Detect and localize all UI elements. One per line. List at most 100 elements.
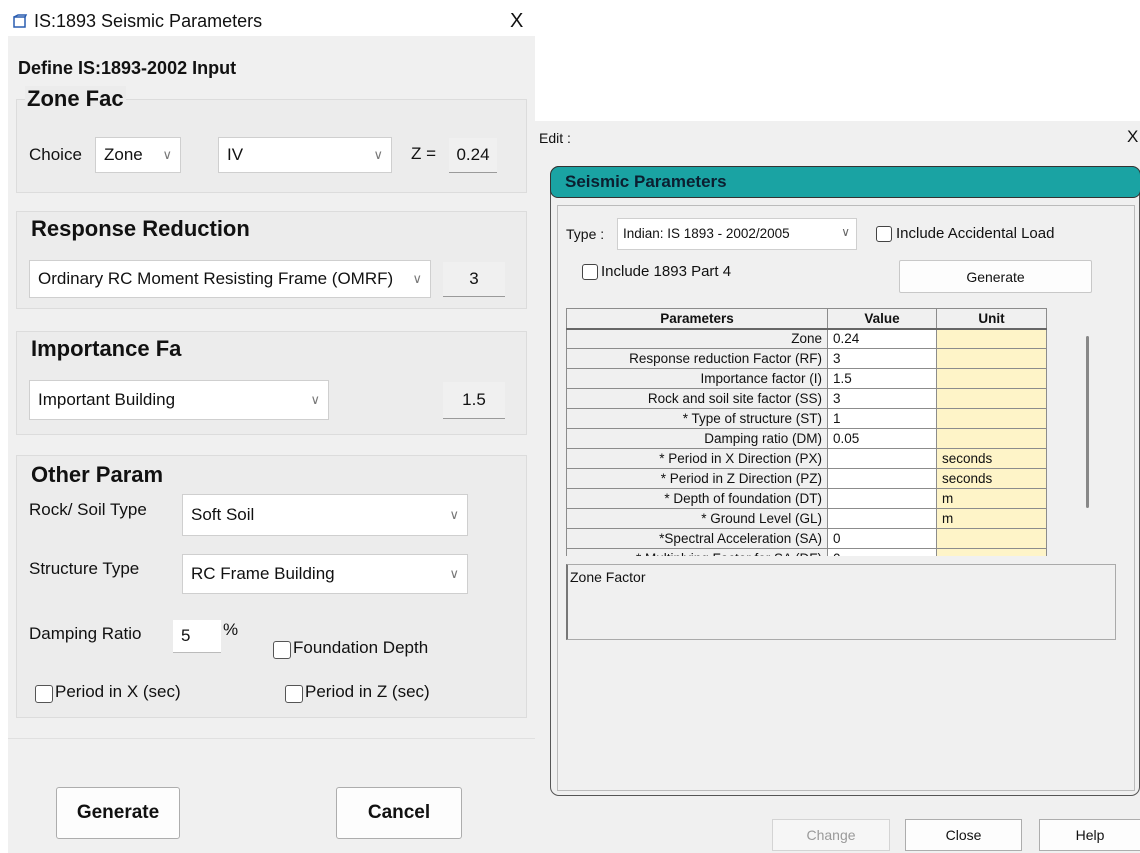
unit-cell[interactable]: m: [936, 508, 1047, 529]
accidental-load-checkbox[interactable]: [876, 226, 892, 242]
column-header: Value: [827, 308, 937, 330]
unit-cell[interactable]: [936, 408, 1047, 429]
value-cell[interactable]: 0: [827, 548, 937, 556]
close-icon[interactable]: X: [510, 10, 523, 33]
importance-factor-group: Importance Fa Important Building ∨ 1.5: [16, 331, 527, 435]
generate-button[interactable]: Generate: [56, 787, 180, 839]
z-value: 0.24: [449, 138, 497, 173]
response-reduction-group: Response Reduction Ordinary RC Moment Re…: [16, 211, 527, 309]
response-group-title: Response Reduction: [31, 216, 250, 241]
table-row[interactable]: Damping ratio (DM) 0.05: [566, 428, 1047, 449]
value-cell[interactable]: [827, 508, 937, 529]
column-header: Parameters: [566, 308, 828, 330]
unit-cell[interactable]: seconds: [936, 468, 1047, 489]
param-cell: * Multiplying Factor for SA (DF): [566, 548, 828, 556]
value-cell[interactable]: [827, 488, 937, 509]
value-cell[interactable]: 3: [827, 388, 937, 409]
table-row[interactable]: Response reduction Factor (RF) 3: [566, 348, 1047, 369]
close-icon[interactable]: X: [1127, 127, 1138, 147]
choice-label: Choice: [29, 145, 82, 164]
value-cell[interactable]: 0.24: [827, 328, 937, 349]
unit-cell[interactable]: [936, 388, 1047, 409]
importance-group-title: Importance Fa: [31, 336, 182, 361]
unit-cell[interactable]: [936, 348, 1047, 369]
top-strip: [535, 117, 1140, 121]
value-cell[interactable]: [827, 448, 937, 469]
unit-cell[interactable]: [936, 528, 1047, 549]
param-cell: * Period in X Direction (PX): [566, 448, 828, 469]
generate-button[interactable]: Generate: [899, 260, 1092, 293]
chevron-down-icon: ∨: [373, 147, 383, 162]
table-row[interactable]: Rock and soil site factor (SS) 3: [566, 388, 1047, 409]
type-label: Type :: [566, 226, 605, 242]
damping-ratio-input[interactable]: 5: [173, 620, 221, 653]
param-cell: Rock and soil site factor (SS): [566, 388, 828, 409]
value-cell[interactable]: 3: [827, 348, 937, 369]
cancel-button[interactable]: Cancel: [336, 787, 462, 839]
change-button[interactable]: Change: [772, 819, 890, 851]
help-button[interactable]: Help: [1039, 819, 1140, 851]
percent-label: %: [223, 620, 239, 639]
response-factor-value: 3: [443, 262, 505, 297]
period-x-checkbox[interactable]: [35, 685, 53, 703]
table-row[interactable]: * Multiplying Factor for SA (DF)0: [566, 548, 1047, 556]
zone-select[interactable]: IV ∨: [218, 137, 392, 173]
period-z-checkbox[interactable]: [285, 685, 303, 703]
chevron-down-icon: ∨: [310, 392, 320, 407]
zone-factor-group: Zone Fac Choice Zone ∨ IV ∨ Z = 0.24: [16, 86, 527, 193]
structure-type-select[interactable]: RC Frame Building ∨: [182, 554, 468, 594]
parameters-table-container: Parameters Value Unit Zone 0.24 Response r…: [566, 308, 1056, 556]
value-cell[interactable]: 0: [827, 528, 937, 549]
table-row[interactable]: Importance factor (I) 1.5: [566, 368, 1047, 389]
value-cell[interactable]: 1: [827, 408, 937, 429]
parameters-table: Parameters Value Unit Zone 0.24 Response r…: [566, 308, 1047, 556]
column-header: Unit: [936, 308, 1047, 330]
table-row[interactable]: * Period in Z Direction (PZ) seconds: [566, 468, 1047, 489]
close-button[interactable]: Close: [905, 819, 1022, 851]
value-cell[interactable]: [827, 468, 937, 489]
chevron-down-icon: ∨: [449, 566, 459, 581]
value-cell[interactable]: 0.05: [827, 428, 937, 449]
choice-select[interactable]: Zone ∨: [95, 137, 181, 173]
value-cell[interactable]: 1.5: [827, 368, 937, 389]
scrollbar-thumb[interactable]: [1086, 336, 1089, 508]
table-row[interactable]: * Period in X Direction (PX) seconds: [566, 448, 1047, 469]
chevron-down-icon: ∨: [449, 507, 459, 522]
table-row[interactable]: *Spectral Acceleration (SA) 0: [566, 528, 1047, 549]
period-z-label: Period in Z (sec): [305, 682, 430, 701]
param-cell: Damping ratio (DM): [566, 428, 828, 449]
param-cell: * Ground Level (GL): [566, 508, 828, 529]
param-cell: Zone: [566, 328, 828, 349]
chevron-down-icon: ∨: [841, 225, 850, 239]
damping-ratio-label: Damping Ratio: [29, 624, 142, 643]
building-type-select[interactable]: Important Building ∨: [29, 380, 329, 420]
foundation-depth-checkbox[interactable]: [273, 641, 291, 659]
chevron-down-icon: ∨: [412, 271, 422, 286]
panel-header: Seismic Parameters: [550, 166, 1140, 198]
other-parameters-group: Other Param Rock/ Soil Type Soft Soil ∨ …: [16, 455, 527, 718]
param-cell: * Period in Z Direction (PZ): [566, 468, 828, 489]
table-row[interactable]: Zone 0.24: [566, 328, 1047, 349]
foundation-depth-label: Foundation Depth: [293, 638, 429, 657]
table-row[interactable]: * Type of structure (ST) 1: [566, 408, 1047, 429]
unit-cell[interactable]: seconds: [936, 448, 1047, 469]
unit-cell[interactable]: [936, 368, 1047, 389]
part4-label: Include 1893 Part 4: [601, 263, 732, 280]
table-row[interactable]: * Ground Level (GL) m: [566, 508, 1047, 529]
unit-cell[interactable]: [936, 548, 1047, 556]
window-title: IS:1893 Seismic Parameters: [34, 11, 263, 31]
unit-cell[interactable]: [936, 428, 1047, 449]
part4-checkbox[interactable]: [582, 264, 598, 280]
dialog-heading: Define IS:1893-2002 Input: [18, 58, 237, 78]
table-row[interactable]: * Depth of foundation (DT) m: [566, 488, 1047, 509]
soil-type-label: Rock/ Soil Type: [29, 500, 147, 519]
zone-group-title: Zone Fac: [25, 86, 126, 112]
z-label: Z =: [411, 144, 437, 163]
unit-cell[interactable]: m: [936, 488, 1047, 509]
structure-type-label: Structure Type: [29, 559, 140, 578]
frame-type-select[interactable]: Ordinary RC Moment Resisting Frame (OMRF…: [29, 260, 431, 298]
type-select[interactable]: Indian: IS 1893 - 2002/2005 ∨: [617, 218, 857, 250]
accidental-load-label: Include Accidental Load: [896, 225, 1055, 242]
soil-type-select[interactable]: Soft Soil ∨: [182, 494, 468, 536]
unit-cell[interactable]: [936, 328, 1047, 349]
